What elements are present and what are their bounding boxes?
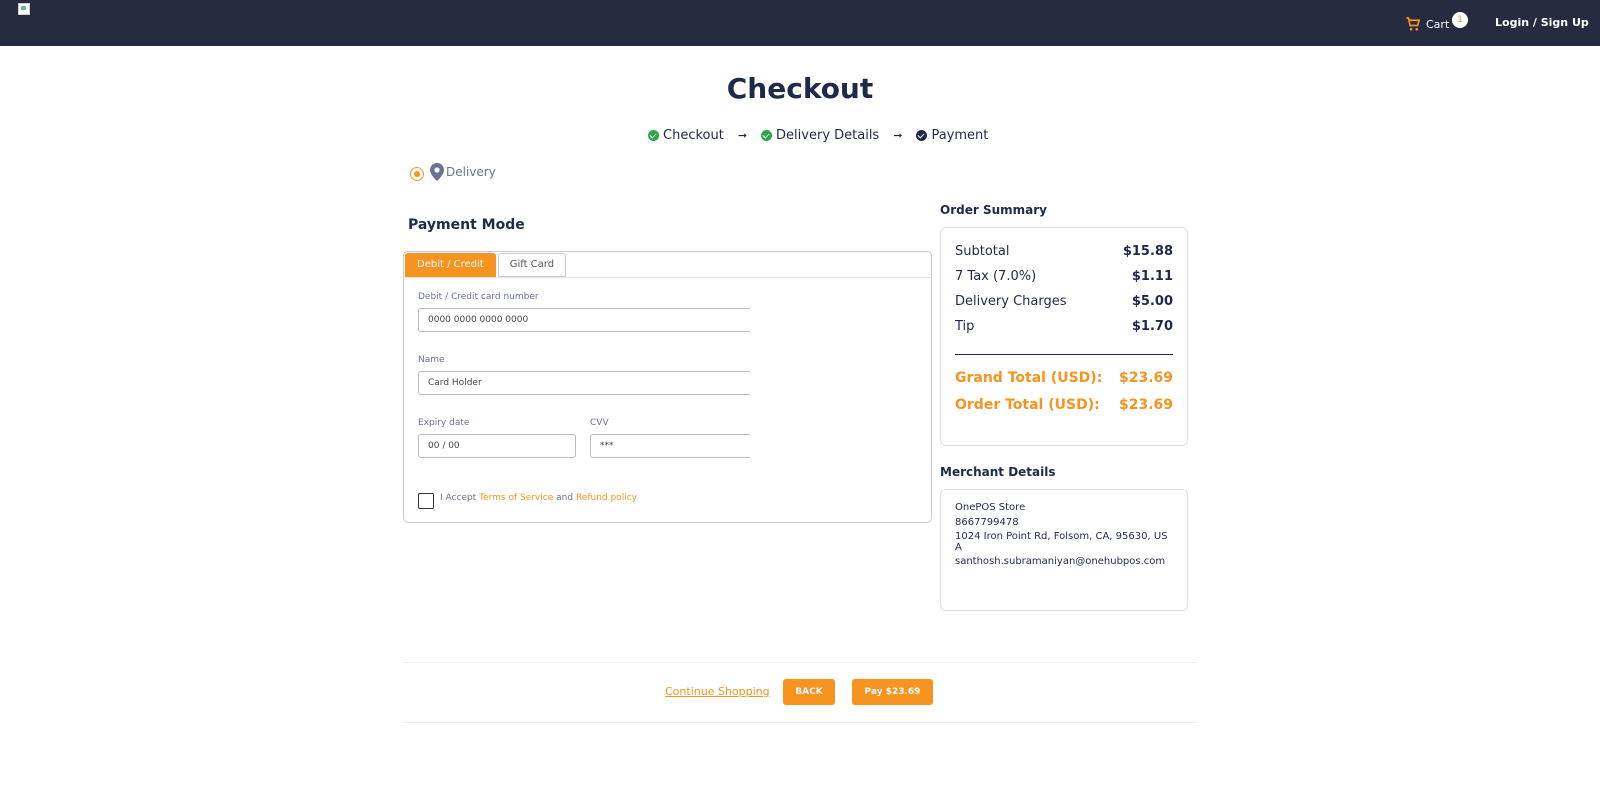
card-number-input[interactable]: 0000 0000 0000 0000: [418, 308, 750, 332]
terms-acceptance: I Accept Terms of Service and Refund pol…: [418, 487, 637, 509]
cvv-label: CVV: [590, 418, 609, 428]
check-circle-icon: [916, 130, 928, 141]
summary-label: Tip: [955, 319, 975, 334]
summary-row-subtotal: Subtotal $15.88: [955, 244, 1173, 259]
summary-label: Subtotal: [955, 244, 1010, 259]
merchant-details-title: Merchant Details: [940, 465, 1056, 479]
grand-total-label: Grand Total (USD):: [955, 370, 1103, 386]
back-button[interactable]: BACK: [783, 679, 835, 705]
summary-label: 7 Tax (7.0%): [955, 269, 1037, 284]
tab-divider: [404, 277, 931, 278]
cvv-input[interactable]: ***: [590, 434, 750, 458]
top-navbar: Cart 1 Login / Sign Up: [0, 0, 1600, 46]
step-label: Checkout: [663, 128, 724, 143]
summary-row-tax: 7 Tax (7.0%) $1.11: [955, 269, 1173, 284]
footer-divider-bottom: [403, 722, 1197, 723]
tab-gift-card[interactable]: Gift Card: [497, 253, 567, 277]
summary-label: Delivery Charges: [955, 294, 1067, 309]
merchant-email: santhosh.subramaniyan@onehubpos.com: [955, 556, 1166, 567]
cart-link[interactable]: Cart: [1404, 15, 1449, 33]
step-delivery-details: Delivery Details: [761, 128, 879, 143]
summary-value: $1.70: [1131, 319, 1173, 334]
checkout-steps: Checkout ➞ Delivery Details ➞ Payment: [648, 128, 988, 143]
payment-mode-title: Payment Mode: [408, 217, 525, 233]
footer-divider-top: [403, 662, 1197, 663]
expiry-label: Expiry date: [418, 418, 470, 428]
login-signup-link[interactable]: Login / Sign Up: [1495, 16, 1589, 29]
payment-form-panel: Debit / Credit Gift Card Debit / Credit …: [403, 251, 932, 523]
cart-icon: [1406, 17, 1421, 31]
and-text: and: [556, 493, 574, 503]
refund-policy-link[interactable]: Refund policy: [576, 493, 637, 503]
merchant-name: OnePOS Store: [955, 502, 1026, 513]
merchant-phone: 8667799478: [955, 516, 1019, 528]
merchant-address: 1024 Iron Point Rd, Folsom, CA, 95630, U…: [955, 531, 1168, 553]
summary-row-tip: Tip $1.70: [955, 319, 1173, 334]
order-total-label: Order Total (USD):: [955, 397, 1100, 413]
accept-terms-checkbox[interactable]: [418, 493, 434, 509]
tab-debit-credit[interactable]: Debit / Credit: [405, 253, 496, 277]
grand-total-row: Grand Total (USD): $23.69: [955, 370, 1173, 386]
payment-tabs: Debit / Credit Gift Card: [405, 253, 568, 277]
pay-button[interactable]: Pay $23.69: [852, 679, 933, 705]
summary-value: $5.00: [1131, 294, 1173, 309]
delivery-option[interactable]: Delivery: [410, 163, 496, 181]
cart-count-badge: 1: [1452, 12, 1468, 28]
card-number-label: Debit / Credit card number: [418, 292, 539, 302]
page-title: Checkout: [726, 72, 874, 105]
merchant-details-panel: OnePOS Store 8667799478 1024 Iron Point …: [940, 489, 1188, 611]
check-circle-icon: [761, 130, 773, 141]
continue-shopping-link[interactable]: Continue Shopping: [665, 685, 770, 698]
delivery-label: Delivery: [446, 165, 496, 179]
order-summary-panel: Subtotal $15.88 7 Tax (7.0%) $1.11 Deliv…: [940, 227, 1188, 446]
card-holder-input[interactable]: Card Holder: [418, 371, 750, 395]
step-payment: Payment: [916, 128, 988, 143]
map-pin-icon: [430, 163, 444, 181]
terms-of-service-link[interactable]: Terms of Service: [479, 493, 553, 503]
arrow-right-icon: ➞: [737, 129, 748, 142]
accept-prefix: I Accept: [440, 493, 477, 503]
summary-value: $15.88: [1122, 244, 1173, 259]
arrow-right-icon: ➞: [893, 129, 903, 142]
step-checkout: Checkout: [648, 128, 724, 143]
name-label: Name: [418, 355, 445, 365]
summary-row-delivery: Delivery Charges $5.00: [955, 294, 1173, 309]
step-label: Payment: [931, 128, 989, 143]
broken-logo-icon[interactable]: [18, 3, 30, 15]
order-summary-title: Order Summary: [940, 203, 1047, 217]
summary-divider: [955, 354, 1173, 355]
order-total-value: $23.69: [1118, 397, 1173, 413]
expiry-input[interactable]: 00 / 00: [418, 434, 576, 458]
step-label: Delivery Details: [776, 128, 880, 143]
delivery-radio[interactable]: [410, 167, 424, 181]
cart-label: Cart: [1426, 17, 1450, 31]
order-total-row: Order Total (USD): $23.69: [955, 397, 1173, 413]
grand-total-value: $23.69: [1118, 370, 1173, 386]
summary-value: $1.11: [1131, 269, 1173, 284]
check-circle-icon: [648, 130, 659, 141]
